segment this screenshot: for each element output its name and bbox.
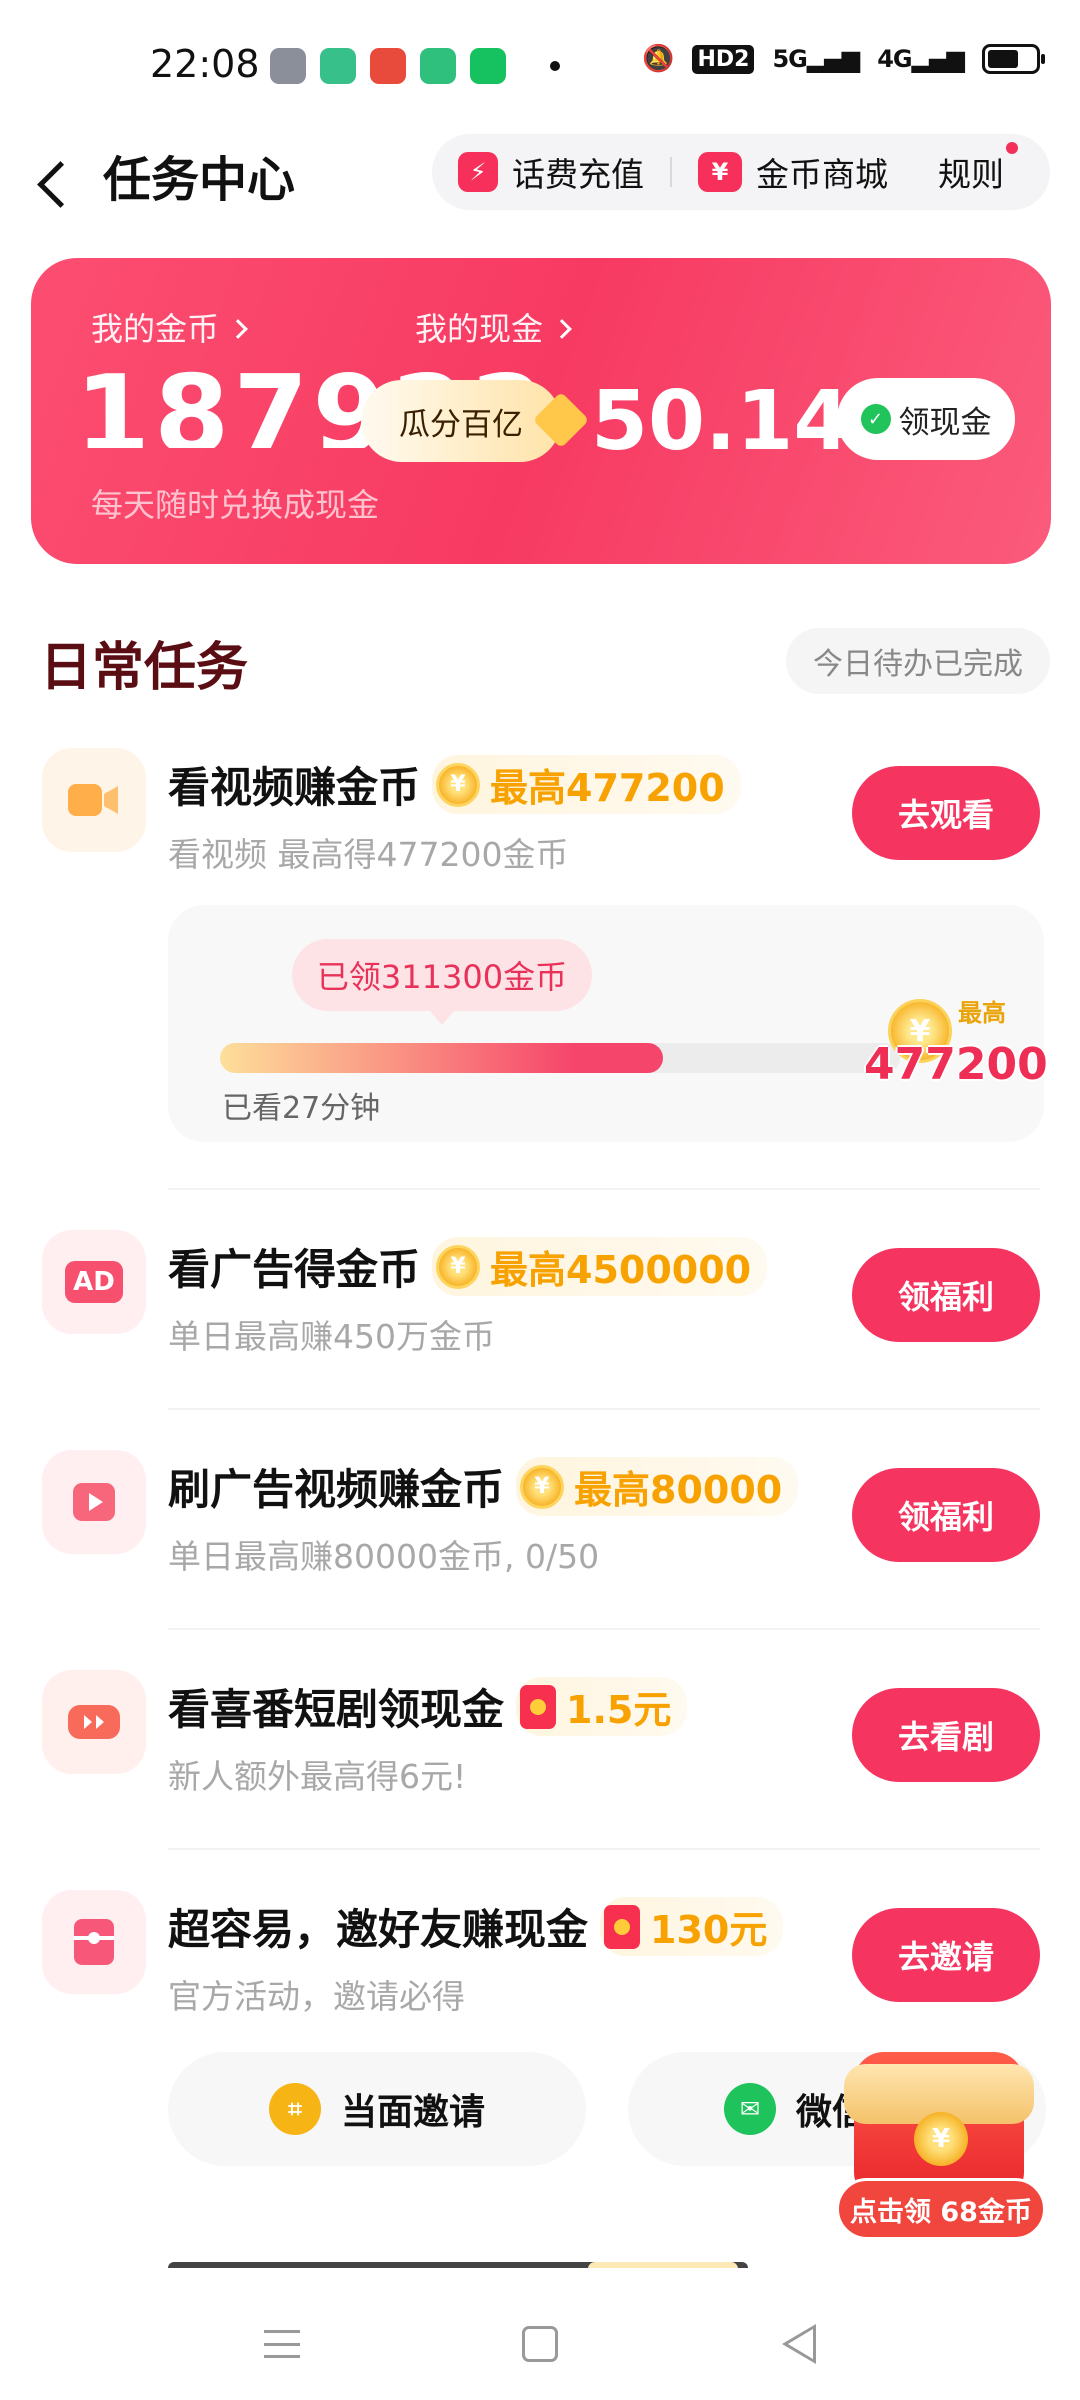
- daily-done-badge: 今日待办已完成: [786, 628, 1050, 694]
- play-video-icon: [42, 1450, 146, 1554]
- page-title: 任务中心: [103, 152, 296, 208]
- max-value: 477200: [864, 1039, 1048, 1090]
- watch-button[interactable]: 去观看: [852, 766, 1040, 860]
- scan-icon: ⌗: [268, 2083, 321, 2135]
- divider: [168, 1628, 1040, 1630]
- battery-icon: [982, 44, 1045, 74]
- received-coins-bubble: 已领311300金币: [292, 939, 592, 1025]
- lightning-icon: ⚡: [458, 152, 498, 192]
- claim-benefit-button[interactable]: 领福利: [852, 1248, 1040, 1342]
- status-right: 🔕 HD2 5G▂▄▆ 4G▂▄▆: [642, 44, 1045, 74]
- my-cash-label: 我的现金: [415, 310, 544, 348]
- get-cash-button[interactable]: ✓ 领现金: [837, 378, 1015, 460]
- back-triangle-icon[interactable]: [782, 2324, 816, 2364]
- task-title: 超容易，邀好友赚现金 130元: [168, 1896, 784, 1957]
- progress-fill: [220, 1043, 664, 1073]
- face-invite-label: 当面邀请: [340, 2092, 485, 2133]
- menu-icon[interactable]: [264, 2330, 300, 2358]
- task-desc: 官方活动，邀请必得: [168, 1977, 465, 2016]
- header: 任务中心 ⚡ 话费充值 ¥ 金币商城 规则: [0, 130, 1080, 250]
- reward-badge: ¥ 最高477200: [432, 755, 741, 814]
- get-cash-label: 领现金: [898, 404, 992, 441]
- mall-ticket-icon: ¥: [698, 152, 742, 192]
- share-billions-label: 瓜分百亿: [399, 406, 523, 443]
- my-coins-link[interactable]: 我的金币: [91, 304, 248, 350]
- cash-value: 50.14: [591, 374, 851, 469]
- max-tag: 最高: [958, 999, 1006, 1027]
- divider: [168, 1188, 1040, 1190]
- ad-icon: AD: [42, 1230, 146, 1334]
- coin-icon: ¥: [914, 2112, 968, 2166]
- progress-track: [220, 1043, 900, 1073]
- wechat-check-icon: ✓: [860, 404, 891, 434]
- wallet-app-icon: [470, 48, 506, 84]
- reward-badge: ¥ 最高4500000: [432, 1237, 768, 1296]
- invite-button[interactable]: 去邀请: [852, 1908, 1040, 2002]
- signal-4g-icon: 4G▂▄▆: [877, 45, 965, 73]
- multiwindow-app-icon: [320, 48, 356, 84]
- clown-app-icon: [370, 48, 406, 84]
- mute-icon: 🔕: [642, 44, 675, 74]
- coin-icon: ¥: [436, 1244, 481, 1289]
- header-divider: [670, 157, 672, 187]
- red-envelope-icon: [520, 1684, 557, 1729]
- reward-badge: ¥ 最高80000: [516, 1457, 799, 1516]
- short-drama-icon: [42, 1670, 146, 1774]
- status-time: 22:08: [150, 42, 260, 86]
- red-envelope-icon: [604, 1904, 641, 1949]
- coin-mall-button[interactable]: ¥ 金币商城: [698, 148, 888, 196]
- video-progress-card: 已领311300金币 已看27分钟 ¥ 最高 477200: [168, 905, 1048, 1142]
- phone-app-icon: [420, 48, 456, 84]
- face-invite-button[interactable]: ⌗ 当面邀请: [168, 2052, 586, 2166]
- share-billions-button[interactable]: 瓜分百亿: [361, 380, 561, 462]
- status-bar: 22:08 🔕 HD2 5G▂▄▆ 4G▂▄▆: [0, 0, 1080, 130]
- watch-drama-button[interactable]: 去看剧: [852, 1688, 1040, 1782]
- claim-benefit-button[interactable]: 领福利: [852, 1468, 1040, 1562]
- divider: [168, 1848, 1040, 1850]
- task-desc: 新人额外最高得6元!: [168, 1757, 467, 1796]
- home-icon[interactable]: [522, 2326, 558, 2362]
- task-desc: 看视频 最高得477200金币: [168, 835, 569, 874]
- task-title: 看喜番短剧领现金 1.5元: [168, 1676, 688, 1737]
- header-actions: ⚡ 话费充值 ¥ 金币商城 规则: [432, 134, 1050, 210]
- back-arrow-icon[interactable]: [30, 142, 90, 222]
- system-nav-bar: [0, 2268, 1080, 2400]
- claim-68-coins-label[interactable]: 点击领 68金币: [836, 2178, 1046, 2240]
- reward-badge: 130元: [600, 1897, 784, 1956]
- recharge-button[interactable]: ⚡ 话费充值: [458, 148, 644, 196]
- coin-icon: ¥: [520, 1464, 565, 1509]
- my-cash-link[interactable]: 我的现金: [415, 304, 572, 350]
- divider: [168, 1408, 1040, 1410]
- hd-icon: HD2: [692, 44, 755, 74]
- invite-card-icon: [42, 1890, 146, 1994]
- task-desc: 单日最高赚80000金币, 0/50: [168, 1537, 600, 1576]
- coin-mall-label: 金币商城: [756, 155, 888, 194]
- watched-minutes: 已看27分钟: [222, 1091, 381, 1126]
- settings-app-icon: [270, 48, 306, 84]
- chevron-right-icon: [552, 319, 572, 339]
- coins-subtitle: 每天随时兑换成现金: [91, 486, 380, 524]
- rules-button[interactable]: 规则: [938, 142, 1018, 196]
- task-title: 看视频赚金币 ¥ 最高477200: [168, 754, 741, 815]
- wallet-banner: 我的金币 187922 每天随时兑换成现金 瓜分百亿 我的现金 50.14 ✓ …: [31, 258, 1051, 564]
- coin-icon: ¥: [436, 762, 481, 807]
- video-camera-icon: [42, 748, 146, 852]
- rules-badge-dot: [1006, 142, 1018, 154]
- wechat-icon: ✉: [724, 2083, 776, 2135]
- task-title: 看广告得金币 ¥ 最高4500000: [168, 1236, 768, 1297]
- section-title: 日常任务: [40, 638, 249, 698]
- my-coins-label: 我的金币: [91, 310, 220, 348]
- task-title: 刷广告视频赚金币 ¥ 最高80000: [168, 1456, 799, 1517]
- task-desc: 单日最高赚450万金币: [168, 1317, 495, 1356]
- rules-label: 规则: [938, 155, 1004, 194]
- chevron-right-icon: [228, 319, 248, 339]
- more-notifications-dot: [550, 61, 560, 71]
- reward-badge: 1.5元: [516, 1677, 688, 1736]
- signal-5g-icon: 5G▂▄▆: [772, 45, 860, 73]
- notification-icons: [270, 48, 560, 84]
- recharge-label: 话费充值: [512, 155, 644, 194]
